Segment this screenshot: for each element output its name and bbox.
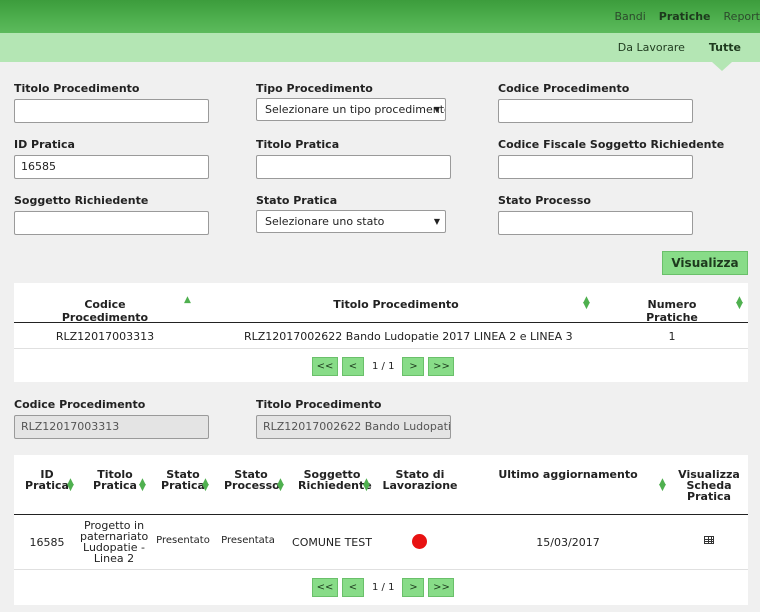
cell-numero[interactable]: 1	[654, 330, 690, 343]
detail-codice-label: Codice Procedimento	[14, 398, 146, 411]
header-divider	[14, 514, 748, 515]
titolo-pratica-label: Titolo Pratica	[256, 138, 340, 151]
sort-icon[interactable]: ▲ ▼	[67, 478, 74, 493]
sort-asc-icon[interactable]: ▲	[184, 296, 191, 305]
cell-soggetto[interactable]: COMUNE TEST	[290, 536, 374, 549]
pratiche-table: ID Pratica ▲ ▼ Titolo Pratica ▲ ▼ Stato Pr…	[14, 455, 748, 605]
pager-info: 1 / 1	[372, 582, 395, 593]
nav-bandi[interactable]: Bandi	[614, 10, 645, 23]
tipo-procedimento-label: Tipo Procedimento	[256, 82, 373, 95]
id-pratica-label: ID Pratica	[14, 138, 75, 151]
pagination: << < 1 / 1 > >>	[312, 578, 458, 597]
status-red-dot-icon	[412, 534, 427, 549]
subnav-tutte[interactable]: Tutte	[709, 41, 741, 54]
sub-navbar: Da Lavorare Tutte	[0, 33, 760, 62]
sort-icon[interactable]: ▲ ▼	[736, 296, 743, 311]
cell-stato-pratica[interactable]: Presentato	[154, 535, 212, 546]
soggetto-richiedente-input[interactable]	[14, 211, 209, 235]
stato-pratica-label: Stato Pratica	[256, 194, 338, 207]
pager-prev-button[interactable]: <	[342, 357, 364, 376]
codice-fiscale-input[interactable]	[498, 155, 693, 179]
pager-last-button[interactable]: >>	[428, 357, 455, 376]
nav-pratiche[interactable]: Pratiche	[659, 10, 711, 23]
pager-next-button[interactable]: >	[402, 578, 425, 597]
pager-next-button[interactable]: >	[402, 357, 425, 376]
pager-prev-button[interactable]: <	[342, 578, 364, 597]
stato-pratica-value: Selezionare uno stato	[265, 215, 385, 228]
sort-icon[interactable]: ▲ ▼	[277, 478, 284, 493]
top-nav: Bandi Pratiche Report	[601, 0, 760, 33]
top-navbar: Bandi Pratiche Report	[0, 0, 760, 33]
col-soggetto-richiedente[interactable]: Soggetto Richiedente	[298, 469, 372, 491]
cell-ultimo-aggiornamento[interactable]: 15/03/2017	[518, 536, 618, 549]
table-view-icon[interactable]	[704, 536, 714, 544]
stato-processo-label: Stato Processo	[498, 194, 591, 207]
nav-report[interactable]: Report	[724, 10, 760, 23]
stato-processo-input[interactable]	[498, 211, 693, 235]
col-stato-pratica[interactable]: Stato Pratica	[160, 469, 206, 491]
tipo-procedimento-select[interactable]: Selezionare un tipo procedimento ▼	[256, 98, 446, 121]
sub-nav: Da Lavorare Tutte	[594, 33, 741, 62]
sort-icon[interactable]: ▲ ▼	[363, 478, 370, 493]
active-subnav-indicator	[712, 62, 732, 71]
col-id-pratica[interactable]: ID Pratica	[22, 469, 72, 491]
sort-icon[interactable]: ▲ ▼	[583, 296, 590, 311]
col-visualizza-scheda: Visualizza Scheda Pratica	[678, 468, 740, 503]
subnav-da-lavorare[interactable]: Da Lavorare	[618, 41, 685, 54]
sort-icon[interactable]: ▲ ▼	[659, 478, 666, 493]
chevron-down-icon: ▼	[433, 105, 440, 114]
titolo-pratica-input[interactable]	[256, 155, 451, 179]
col-titolo-procedimento[interactable]: Titolo Procedimento	[296, 298, 496, 311]
sort-icon[interactable]: ▲ ▼	[202, 478, 209, 493]
pager-last-button[interactable]: >>	[428, 578, 455, 597]
pager-first-button[interactable]: <<	[312, 357, 338, 376]
id-pratica-input[interactable]: 16585	[14, 155, 209, 179]
cell-titolo-pratica[interactable]: Progetto in paternariato Ludopatie - Lin…	[80, 520, 148, 564]
row-divider	[14, 569, 748, 570]
cell-titolo[interactable]: RLZ12017002622 Bando Ludopatie 2017 LINE…	[244, 330, 573, 343]
col-stato-processo[interactable]: Stato Processo	[224, 469, 280, 491]
pager-info: 1 / 1	[372, 361, 395, 372]
detail-titolo-label: Titolo Procedimento	[256, 398, 382, 411]
col-titolo-pratica[interactable]: Titolo Pratica	[90, 469, 140, 491]
tipo-procedimento-value: Selezionare un tipo procedimento	[265, 103, 446, 116]
procedimenti-table: Codice Procedimento ▲ Titolo Procediment…	[14, 283, 748, 382]
stato-pratica-select[interactable]: Selezionare uno stato ▼	[256, 210, 446, 233]
titolo-procedimento-input[interactable]	[14, 99, 209, 123]
pager-first-button[interactable]: <<	[312, 578, 338, 597]
chevron-down-icon: ▼	[433, 217, 440, 226]
col-numero-pratiche[interactable]: Numero Pratiche	[622, 298, 722, 324]
soggetto-richiedente-label: Soggetto Richiedente	[14, 194, 149, 207]
cell-id-pratica[interactable]: 16585	[22, 536, 72, 549]
detail-titolo-field: RLZ12017002622 Bando Ludopatie 2017 LINE…	[256, 415, 451, 439]
titolo-procedimento-label: Titolo Procedimento	[14, 82, 140, 95]
header-divider	[14, 322, 748, 323]
codice-procedimento-label: Codice Procedimento	[498, 82, 630, 95]
codice-procedimento-input[interactable]	[498, 99, 693, 123]
codice-fiscale-label: Codice Fiscale Soggetto Richiedente	[498, 138, 725, 151]
cell-stato-processo[interactable]: Presentata	[219, 535, 277, 546]
cell-codice[interactable]: RLZ12017003313	[44, 330, 166, 343]
col-stato-lavorazione: Stato di Lavorazione	[382, 468, 458, 492]
sort-icon[interactable]: ▲ ▼	[139, 478, 146, 493]
row-divider	[14, 348, 748, 349]
pagination: << < 1 / 1 > >>	[312, 357, 458, 376]
col-codice-procedimento[interactable]: Codice Procedimento	[44, 298, 166, 324]
detail-codice-field: RLZ12017003313	[14, 415, 209, 439]
visualizza-button[interactable]: Visualizza	[662, 251, 748, 275]
col-ultimo-aggiornamento[interactable]: Ultimo aggiornamento	[494, 469, 642, 480]
